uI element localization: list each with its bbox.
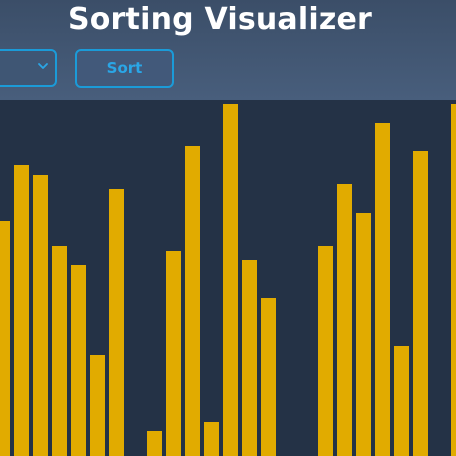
bar <box>356 212 371 456</box>
sort-button[interactable]: Sort <box>75 49 174 88</box>
bar <box>223 103 238 456</box>
page-title: Sorting Visualizer <box>67 2 373 37</box>
bar <box>33 174 48 456</box>
bar <box>14 165 29 456</box>
header-toolbar: Sorting Visualizer Sort <box>0 0 456 100</box>
bar <box>109 189 124 456</box>
sorting-visualizer-app: Sorting Visualizer Sort <box>0 0 456 456</box>
bar <box>204 421 219 456</box>
bar <box>52 245 67 456</box>
bar <box>394 345 409 456</box>
bar <box>147 431 162 456</box>
bar <box>185 146 200 456</box>
algorithm-select[interactable] <box>0 49 57 87</box>
bar <box>261 298 276 456</box>
bar <box>318 245 333 456</box>
bar <box>0 221 10 456</box>
bar <box>242 260 257 456</box>
bar <box>71 264 86 456</box>
bar <box>90 355 105 456</box>
chevron-down-icon <box>38 63 48 69</box>
bar-visualization <box>0 100 456 456</box>
bar <box>451 103 456 456</box>
bar <box>413 151 428 456</box>
bar <box>337 184 352 456</box>
bar <box>375 122 390 456</box>
bar <box>166 250 181 456</box>
